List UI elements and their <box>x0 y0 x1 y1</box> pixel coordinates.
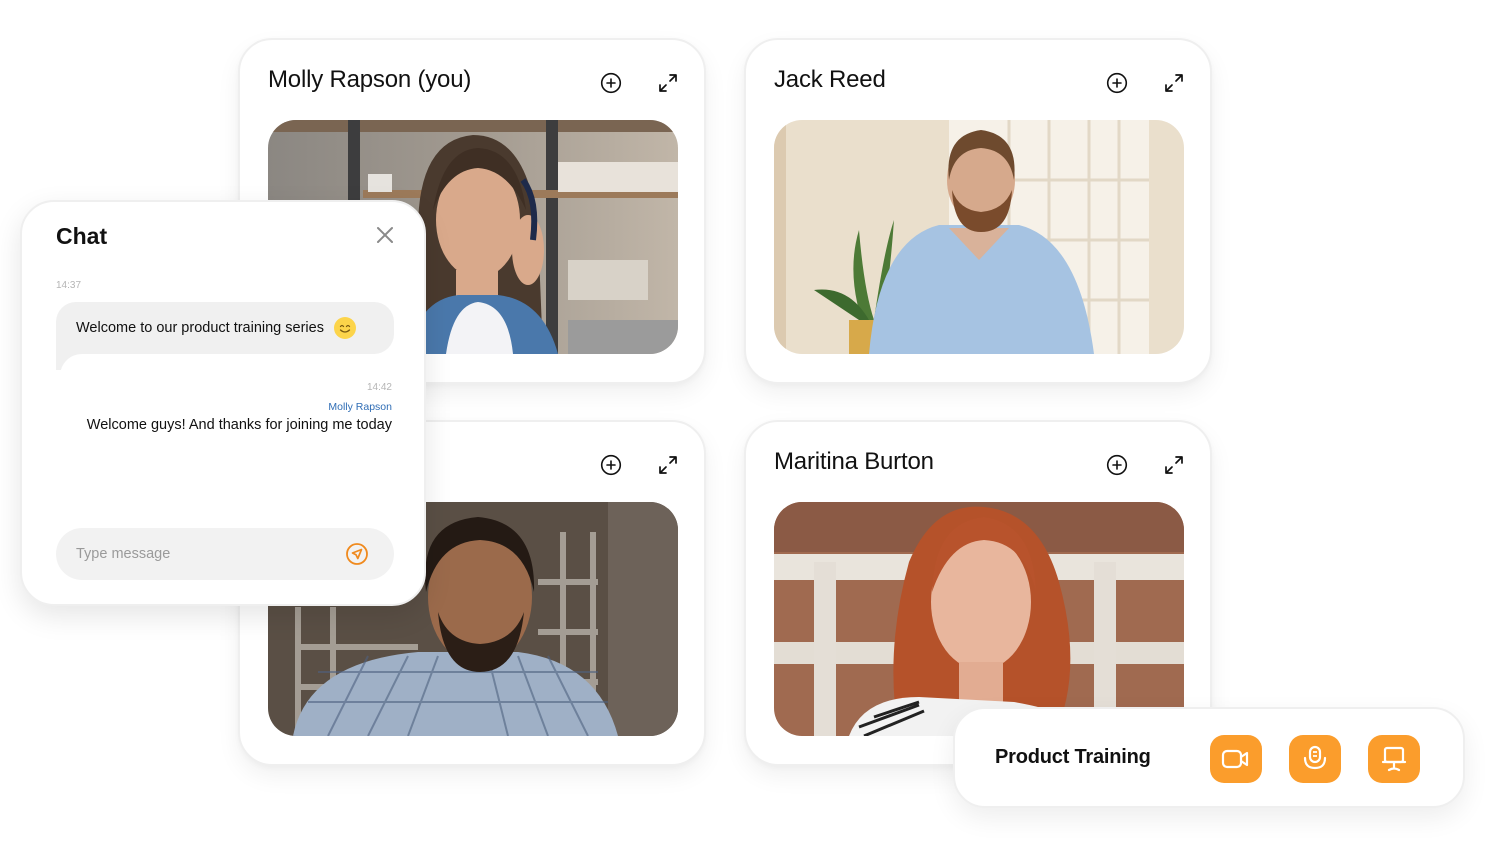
presentation-icon <box>1381 746 1407 772</box>
meeting-controls: Product Training <box>953 707 1465 808</box>
participant-card-jack: Jack Reed <box>744 38 1212 384</box>
close-icon[interactable] <box>374 224 396 246</box>
chat-title: Chat <box>56 223 108 249</box>
add-circle-icon[interactable] <box>1104 452 1130 478</box>
chat-panel: Chat 14:37 Welcome to our product traini… <box>20 200 426 606</box>
video-feed <box>774 502 1184 736</box>
microphone-icon <box>1303 745 1327 770</box>
participant-photo <box>774 502 1184 736</box>
expand-icon[interactable] <box>655 70 681 96</box>
message-sender: Molly Rapson <box>328 401 392 413</box>
send-icon[interactable] <box>345 542 369 566</box>
message-timestamp: 14:37 <box>56 280 82 291</box>
participant-photo <box>774 120 1184 354</box>
message-text: Welcome to our product training series <box>76 320 324 336</box>
video-camera-icon <box>1221 749 1249 769</box>
share-screen-button[interactable] <box>1368 735 1420 783</box>
expand-icon[interactable] <box>1161 70 1187 96</box>
add-circle-icon[interactable] <box>1104 70 1130 96</box>
expand-icon[interactable] <box>1161 452 1187 478</box>
video-feed <box>774 120 1184 354</box>
outgoing-message: Welcome guys! And thanks for joining me … <box>86 417 392 433</box>
smiling-face-emoji-icon <box>333 317 356 339</box>
participant-name: Molly Rapson (you) <box>268 66 472 93</box>
add-circle-icon[interactable] <box>598 70 624 96</box>
expand-icon[interactable] <box>655 452 681 478</box>
meeting-title: Product Training <box>995 746 1151 768</box>
participant-name: Jack Reed <box>774 66 886 93</box>
incoming-message: Welcome to our product training series <box>56 302 394 354</box>
participant-name: Maritina Burton <box>774 448 934 475</box>
message-input[interactable] <box>56 528 394 580</box>
microphone-button[interactable] <box>1289 735 1341 783</box>
bubble-tail <box>56 352 120 384</box>
message-timestamp: 14:42 <box>366 382 392 393</box>
add-circle-icon[interactable] <box>598 452 624 478</box>
camera-button[interactable] <box>1210 735 1262 783</box>
